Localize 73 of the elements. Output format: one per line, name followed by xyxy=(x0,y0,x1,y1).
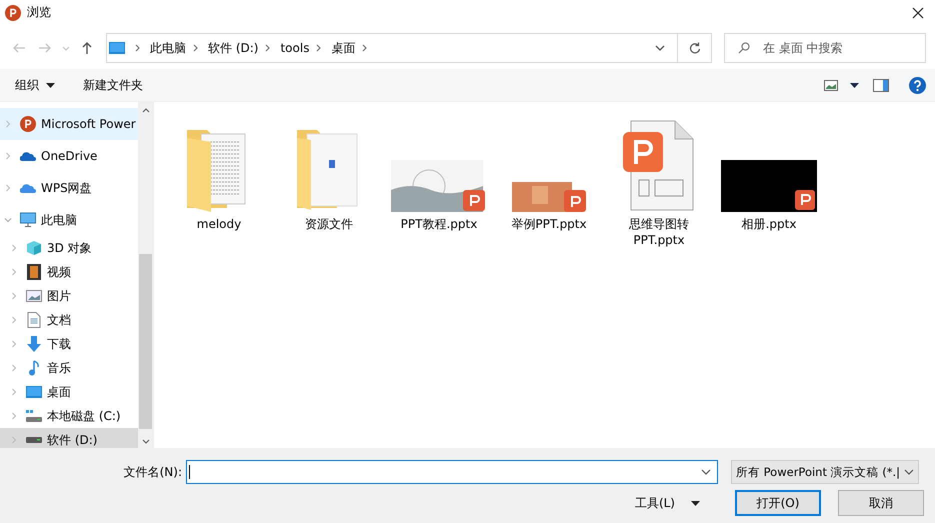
breadcrumb[interactable]: 软件 (D:) xyxy=(208,40,258,56)
sidebar-item[interactable]: 下载 xyxy=(0,332,138,356)
slide-thumbnail-icon xyxy=(721,160,817,212)
file-item[interactable]: melody xyxy=(164,112,274,232)
file-item[interactable]: PPT教程.pptx xyxy=(384,112,494,232)
scroll-up-icon[interactable] xyxy=(142,108,150,113)
help-icon[interactable] xyxy=(909,76,926,94)
picture-icon xyxy=(26,288,42,304)
chevron-icon[interactable] xyxy=(362,44,368,52)
dropdown-caret-icon xyxy=(904,469,914,475)
slide-thumbnail-icon xyxy=(391,160,487,212)
slide-thumbnail-icon xyxy=(512,182,586,212)
monitor-icon xyxy=(26,384,42,400)
file-item[interactable]: 相册.pptx xyxy=(714,112,824,232)
file-item[interactable]: 资源文件 xyxy=(274,112,384,232)
search-field[interactable]: 在 桌面 中搜索 xyxy=(724,33,926,63)
sidebar-item[interactable]: WPS网盘 xyxy=(0,172,138,204)
filename-label: 文件名(N): xyxy=(122,464,183,480)
monitor-icon xyxy=(109,42,125,54)
open-button[interactable]: 打开(O) xyxy=(735,490,821,516)
sidebar-item[interactable]: 3D 对象 xyxy=(0,236,138,260)
chevron-icon[interactable] xyxy=(193,44,199,52)
new-folder-button[interactable]: 新建文件夹 xyxy=(74,76,152,94)
up-arrow-icon[interactable] xyxy=(80,41,94,55)
presentation-file-icon xyxy=(623,120,695,212)
search-icon xyxy=(738,42,750,54)
chevron-icon[interactable] xyxy=(265,44,272,52)
sidebar-item[interactable]: 图片 xyxy=(0,284,138,308)
caret-icon xyxy=(691,500,700,506)
app-logo-icon xyxy=(5,4,21,20)
close-icon[interactable] xyxy=(912,6,924,18)
down-arrow-icon xyxy=(26,336,42,352)
scrollbar[interactable] xyxy=(138,102,153,448)
dropdown-caret-icon[interactable] xyxy=(701,469,711,475)
sidebar-item[interactable]: 本地磁盘 (C:) xyxy=(0,404,138,428)
sidebar-item[interactable]: 此电脑 xyxy=(0,204,138,236)
sidebar-item[interactable]: OneDrive xyxy=(0,140,138,172)
address-bar[interactable]: 此电脑 软件 (D:) tools 桌面 xyxy=(106,33,712,63)
sidebar-item[interactable]: 音乐 xyxy=(0,356,138,380)
cancel-button[interactable]: 取消 xyxy=(838,490,924,516)
document-icon xyxy=(26,312,42,328)
filename-field[interactable] xyxy=(186,460,718,484)
cube-icon xyxy=(26,240,42,256)
preview-pane-icon[interactable] xyxy=(873,78,889,92)
chevron-icon[interactable] xyxy=(316,44,322,52)
presentation-app-icon xyxy=(20,116,36,132)
dropdown-caret-icon[interactable] xyxy=(655,45,665,51)
breadcrumb[interactable]: 桌面 xyxy=(331,40,356,56)
caret-icon xyxy=(46,82,55,88)
drive-icon xyxy=(26,408,42,424)
expand-chevron-icon[interactable] xyxy=(4,216,12,224)
file-item[interactable]: 举例PPT.pptx xyxy=(494,112,604,232)
view-picture-icon[interactable] xyxy=(824,80,838,90)
film-icon xyxy=(26,264,42,280)
scroll-down-icon[interactable] xyxy=(142,439,150,444)
sidebar-item[interactable]: 软件 (D:) xyxy=(0,428,138,448)
tools-button[interactable]: 工具(L) xyxy=(628,494,706,512)
refresh-icon xyxy=(688,42,700,54)
breadcrumb[interactable]: tools xyxy=(280,41,310,55)
sidebar-item[interactable]: 文档 xyxy=(0,308,138,332)
organize-button[interactable]: 组织 xyxy=(6,76,64,94)
sidebar-item[interactable]: Microsoft Power xyxy=(0,108,138,140)
text-cursor xyxy=(189,465,190,479)
sidebar-item[interactable]: 桌面 xyxy=(0,380,138,404)
music-note-icon xyxy=(26,360,42,376)
chevron-icon[interactable] xyxy=(135,44,141,52)
sidebar-item[interactable]: 视频 xyxy=(0,260,138,284)
breadcrumb[interactable]: 此电脑 xyxy=(150,40,186,56)
monitor-icon xyxy=(20,212,36,228)
window-title: 浏览 xyxy=(27,4,51,21)
file-item[interactable]: 思维导图转PPT.pptx xyxy=(604,112,714,248)
file-type-dropdown[interactable]: 所有 PowerPoint 演示文稿 (*.| xyxy=(731,460,919,484)
caret-icon[interactable] xyxy=(850,82,859,88)
